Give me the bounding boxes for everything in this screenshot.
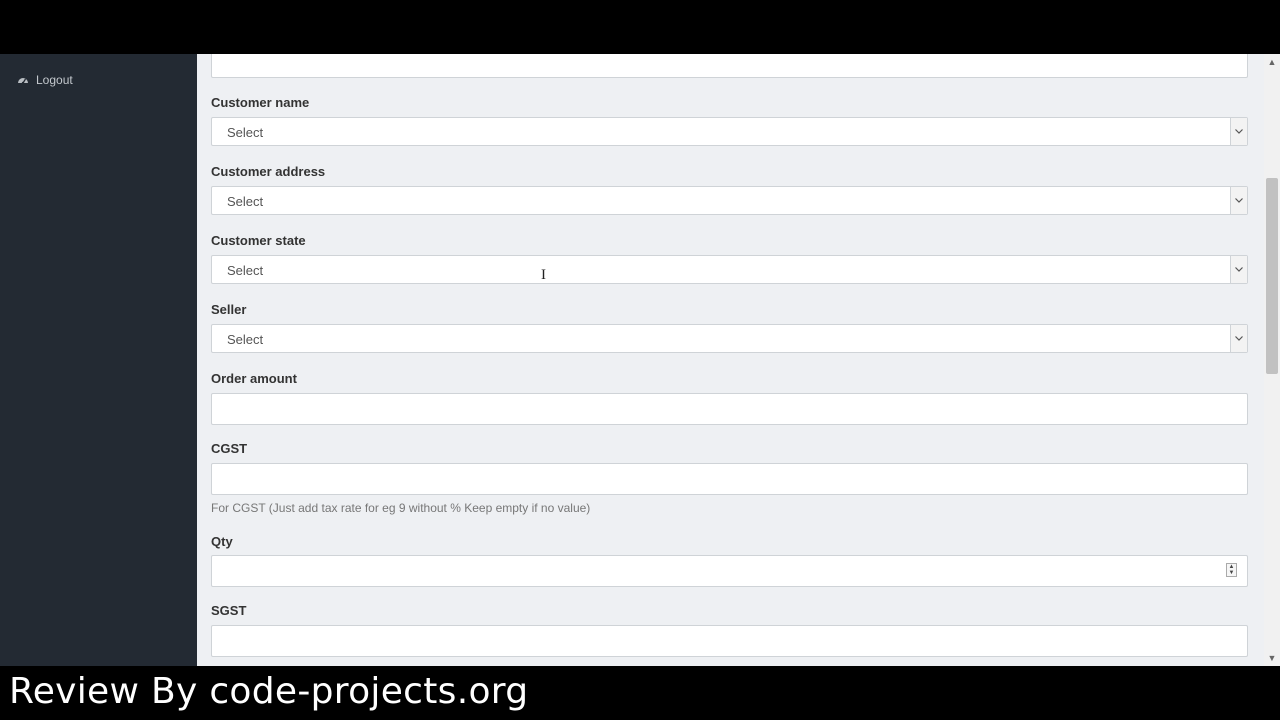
sgst-label: SGST	[211, 603, 247, 618]
order-amount-input[interactable]	[211, 393, 1248, 425]
cgst-label: CGST	[211, 441, 248, 456]
chevron-down-icon[interactable]	[1230, 187, 1247, 214]
scroll-down-icon[interactable]: ▼	[1264, 650, 1280, 666]
previous-field-input[interactable]	[211, 54, 1248, 78]
chevron-down-icon[interactable]	[1230, 118, 1247, 145]
scroll-up-icon[interactable]: ▲	[1264, 54, 1280, 70]
customer-name-label: Customer name	[211, 95, 310, 110]
top-black-bar	[0, 0, 1280, 54]
seller-select[interactable]: Select	[211, 324, 1248, 353]
qty-label: Qty	[211, 534, 233, 549]
text-cursor-icon: I	[541, 267, 546, 283]
customer-name-value: Select	[227, 125, 264, 140]
customer-address-label: Customer address	[211, 164, 326, 179]
seller-label: Seller	[211, 302, 247, 317]
number-spinner-icon[interactable]: ▲ ▼	[1226, 563, 1237, 577]
sidebar-item-logout[interactable]: Logout	[17, 73, 73, 87]
customer-state-value: Select	[227, 263, 264, 278]
watermark-text: Review By code-projects.org	[9, 671, 529, 712]
scroll-thumb[interactable]	[1266, 178, 1278, 374]
form-content: Customer name Select Customer address Se…	[197, 54, 1264, 666]
seller-value: Select	[227, 332, 264, 347]
customer-address-value: Select	[227, 194, 264, 209]
customer-name-select[interactable]: Select	[211, 117, 1248, 146]
order-amount-label: Order amount	[211, 371, 297, 386]
customer-state-select[interactable]: Select	[211, 255, 1248, 284]
customer-state-label: Customer state	[211, 233, 306, 248]
chevron-down-icon[interactable]	[1230, 256, 1247, 283]
chevron-down-icon[interactable]	[1230, 325, 1247, 352]
sidebar-item-label: Logout	[36, 73, 73, 87]
cgst-help-text: For CGST (Just add tax rate for eg 9 wit…	[211, 501, 591, 515]
qty-input[interactable]: ▲ ▼	[211, 555, 1248, 587]
cgst-input[interactable]	[211, 463, 1248, 495]
dashboard-icon	[17, 74, 29, 86]
customer-address-select[interactable]: Select	[211, 186, 1248, 215]
sidebar	[0, 54, 197, 666]
vertical-scrollbar[interactable]: ▲ ▼	[1264, 54, 1280, 666]
sgst-input[interactable]	[211, 625, 1248, 657]
